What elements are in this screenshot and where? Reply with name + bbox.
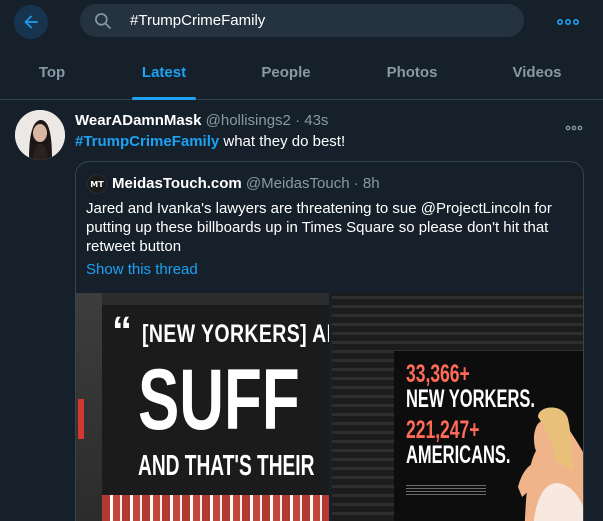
more-options-button[interactable] [556,12,580,37]
tweet-header: WearADamnMask @hollisings2 · 43s [75,112,328,129]
billboard-text-line2: SUFF [138,352,300,448]
more-horizontal-icon [565,125,583,131]
active-tab-indicator [132,97,196,100]
tweet-media: “ [NEW YORKERS] ARE SUFF AND THAT'S THEI… [76,293,583,521]
display-name[interactable]: WearADamnMask [75,112,201,129]
quoted-timestamp[interactable]: 8h [363,175,380,192]
arrow-left-icon [24,15,38,29]
separator-dot: · [295,112,301,129]
top-bar: #TrumpCrimeFamily [0,0,603,44]
tab-label: People [261,63,311,81]
back-button[interactable] [14,5,48,39]
quoted-display-name[interactable]: MeidasTouch.com [112,175,242,192]
red-light [78,399,84,439]
tab-label: Videos [512,63,562,81]
timestamp[interactable]: 43s [304,112,328,129]
user-handle[interactable]: @hollisings2 [206,112,291,129]
avatar[interactable] [15,110,65,160]
tab-label: Photos [386,63,438,81]
billboard-text-line3: AND THAT'S THEIR [138,450,315,482]
tweet-text: #TrumpCrimeFamily what they do best! [75,133,345,150]
quoted-avatar[interactable]: MT [87,174,107,194]
billboard-figure-image [518,407,583,521]
quoted-tweet-header: MeidasTouch.com @MeidasTouch · 8h [112,175,380,192]
hashtag-link[interactable]: #TrumpCrimeFamily [75,133,219,150]
tab-top[interactable]: Top [0,44,104,100]
tab-people[interactable]: People [236,44,336,100]
quoted-user-handle[interactable]: @MeidasTouch [246,175,350,192]
billboard-photo-left[interactable]: “ [NEW YORKERS] ARE SUFF AND THAT'S THEI… [76,293,329,521]
show-thread-link[interactable]: Show this thread [86,261,198,278]
search-tabs: Top Latest People Photos Videos [0,44,603,100]
tweet-more-button[interactable] [565,119,583,137]
search-input[interactable]: #TrumpCrimeFamily [130,12,265,29]
tab-label: Latest [141,63,187,81]
billboard-fine-print [406,483,486,495]
avatar-image [15,110,65,160]
tab-label: Top [38,63,66,81]
billboard-stat-2-label: AMERICANS. [406,441,511,469]
tweet[interactable]: WearADamnMask @hollisings2 · 43s #TrumpC… [0,101,603,521]
search-bar[interactable]: #TrumpCrimeFamily [80,4,524,37]
tab-latest[interactable]: Latest [132,44,196,100]
search-icon [95,13,111,29]
tab-photos[interactable]: Photos [362,44,462,100]
separator-dot: · [353,175,359,192]
billboard-figures-strip [102,495,329,521]
tab-videos[interactable]: Videos [487,44,587,100]
tweet-text-body: what they do best! [219,133,346,150]
billboard-quote-mark: “ [112,309,132,353]
billboard-text-line1: [NEW YORKERS] ARE [142,320,329,348]
billboard-photo-right[interactable]: 33,366+ NEW YORKERS. 221,247+ AMERICANS. [332,293,583,521]
quoted-tweet-text: Jared and Ivanka's lawyers are threateni… [86,200,552,255]
quoted-tweet[interactable]: MT MeidasTouch.com @MeidasTouch · 8h Jar… [75,161,584,521]
more-horizontal-icon [556,19,579,26]
